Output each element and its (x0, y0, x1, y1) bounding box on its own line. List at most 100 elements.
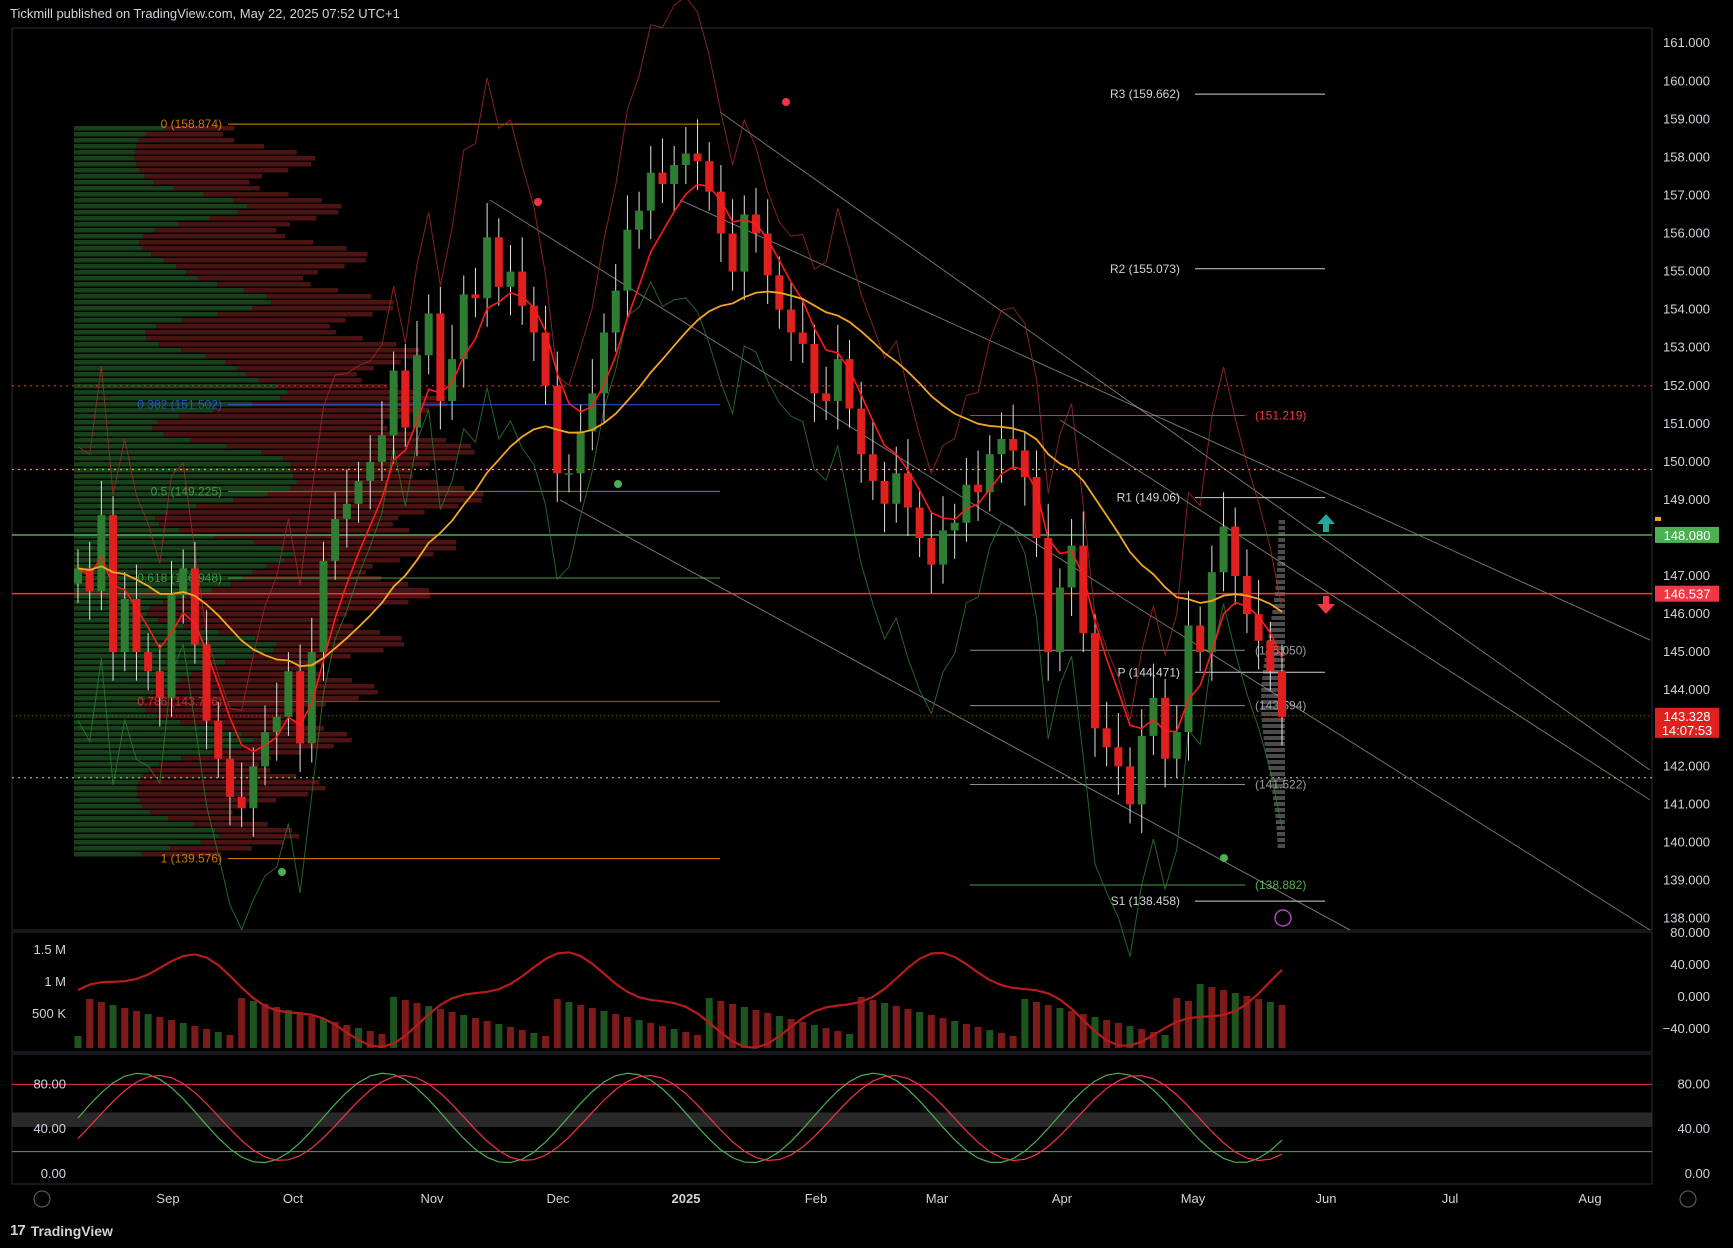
volume-profile-bar-buy (74, 330, 146, 335)
volume-profile-bar-buy (74, 174, 145, 179)
volume-bar (530, 1033, 538, 1048)
volume-profile-bar-sell (193, 822, 268, 827)
volume-profile-bar-sell (152, 426, 388, 431)
volume-bar (460, 1015, 468, 1048)
volume-bar (284, 1010, 292, 1048)
price-tag-countdown: 14:07:53 (1662, 723, 1713, 738)
candle-body (658, 172, 667, 185)
volume-profile-bar-sell (212, 726, 324, 731)
volume-profile-bar-buy (74, 222, 179, 227)
volume-bar (857, 997, 865, 1048)
volume-profile-bar-sell (136, 162, 312, 167)
ema-axis-marker (1655, 516, 1661, 521)
volume-bar (682, 1032, 690, 1048)
volume-bar (974, 1027, 982, 1048)
candle-body (1055, 587, 1064, 653)
volume-profile-bar-buy (74, 168, 140, 173)
candle-body (1114, 747, 1123, 767)
volume-profile-bar-buy (74, 228, 155, 233)
candle-body (1102, 728, 1111, 748)
price-tag-value: 146.537 (1664, 587, 1711, 602)
volume-bar (226, 1035, 234, 1048)
volume-profile-bar-sell (218, 834, 300, 839)
session-profile-bar (1278, 544, 1285, 548)
volume-profile-bar-buy (74, 300, 272, 305)
price-axis-tick: 161.000 (1663, 35, 1710, 50)
volume-profile-bar-sell (205, 354, 421, 359)
level-label: (151.219) (1255, 408, 1306, 422)
volume-bar (518, 1030, 526, 1048)
candle-body (319, 560, 328, 653)
price-axis-tick: 139.000 (1663, 873, 1710, 888)
candle-body (272, 716, 281, 733)
stoch-axis-tick-left: 0.00 (41, 1166, 66, 1181)
volume-profile-bar-buy (74, 204, 248, 209)
volume-bar (1033, 1002, 1041, 1048)
volume-profile-bar-buy (74, 354, 206, 359)
session-profile-bar (1278, 538, 1285, 542)
signal-dot (534, 198, 542, 206)
volume-profile-bar-buy (74, 720, 181, 725)
up-arrow-icon (1317, 514, 1335, 532)
volume-profile-bar-buy (74, 696, 146, 701)
volume-profile-bar-buy (74, 810, 151, 815)
volume-bar (588, 1008, 596, 1048)
volume-bar (1184, 1001, 1192, 1048)
volume-bar (904, 1009, 912, 1048)
chart-canvas[interactable]: 0 (158.874)0.382 (151.502)0.5 (149.225)0… (0, 0, 1733, 1248)
volume-profile-bar-buy (74, 426, 153, 431)
volume-profile-bar-sell (183, 624, 354, 629)
volume-profile-bar-buy (74, 366, 237, 371)
oscillator-axis-tick: 0.000 (1677, 989, 1710, 1004)
volume-bar (1278, 1005, 1286, 1048)
oscillator-axis-tick: 80.000 (1670, 925, 1710, 940)
volume-profile-bar-sell (293, 552, 434, 557)
volume-profile-bar-buy (74, 138, 139, 143)
pivot-label-P: P (144.471) (1118, 665, 1181, 679)
candle-body (868, 454, 877, 481)
volume-profile-bar-buy (74, 336, 147, 341)
volume-bar (1021, 999, 1029, 1048)
volume-profile-bar-buy (74, 654, 253, 659)
candle-body (401, 370, 410, 428)
volume-profile-bar-buy (74, 258, 164, 263)
volume-profile-bar-buy (74, 252, 152, 257)
oscillator-axis-tick: −40.000 (1663, 1021, 1710, 1036)
volume-profile-bar-sell (146, 336, 363, 341)
candle-body (1219, 526, 1228, 573)
volume-profile-bar-sell (159, 342, 397, 347)
candle-body (822, 393, 831, 401)
volume-profile-bar-sell (181, 318, 346, 323)
session-profile-bar (1270, 622, 1285, 626)
volume-bar (822, 1028, 830, 1048)
volume-bar (1231, 993, 1239, 1048)
price-axis-tick: 160.000 (1663, 73, 1710, 88)
volume-bar (401, 1000, 409, 1048)
volume-profile-bar-sell (237, 210, 339, 215)
session-profile-bar (1277, 844, 1285, 848)
session-profile-bar (1276, 568, 1285, 572)
volume-bar (203, 1029, 211, 1048)
candle-body (950, 522, 959, 531)
candle-body (237, 796, 246, 809)
time-axis-label: May (1181, 1191, 1206, 1206)
channel-line (1059, 419, 1651, 801)
signal-dot (614, 480, 622, 488)
session-profile-bar (1269, 628, 1285, 632)
volume-profile-bar-sell (139, 240, 314, 245)
volume-profile-bar-buy (74, 498, 234, 503)
volume-bar (775, 1016, 783, 1048)
volume-profile-bar-buy (74, 348, 182, 353)
volume-profile-bar-buy (74, 282, 218, 287)
candle-body (518, 271, 527, 306)
session-profile-bar (1274, 598, 1285, 602)
volume-profile-bar-buy (74, 186, 174, 191)
time-axis-label: Dec (546, 1191, 570, 1206)
candle-body (261, 732, 270, 767)
volume-profile-bar-buy (74, 288, 244, 293)
volume-profile-bar-buy (74, 324, 157, 329)
price-axis-tick: 145.000 (1663, 644, 1710, 659)
volume-bar (1138, 1029, 1146, 1048)
volume-bar (565, 1002, 573, 1048)
candle-body (249, 766, 258, 809)
